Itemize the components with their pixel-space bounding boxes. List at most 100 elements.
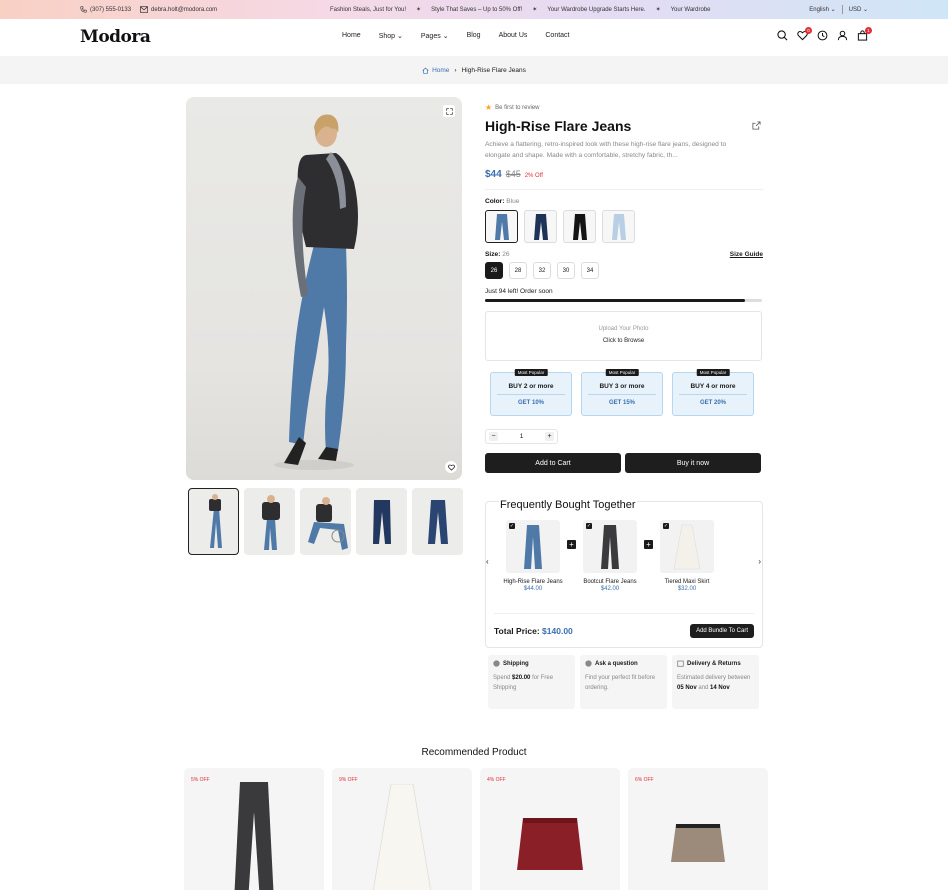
fbt-item-name: Tiered Maxi Skirt	[664, 579, 710, 585]
upload-browse[interactable]: Click to Browse	[486, 338, 761, 344]
checkbox-checked-icon[interactable]: ✓	[586, 523, 592, 529]
nav-pages[interactable]: Pages ⌄	[421, 32, 449, 40]
delivery-date-end: 14 Nov	[710, 685, 730, 691]
external-link-icon	[752, 121, 761, 130]
cart-button[interactable]: 1	[857, 27, 872, 41]
nav-shop[interactable]: Shop ⌄	[379, 32, 403, 40]
swatch-image	[533, 213, 548, 240]
size-option[interactable]: 26	[485, 262, 503, 279]
history-button[interactable]	[817, 30, 828, 41]
minus-button[interactable]: −	[489, 432, 498, 441]
purchase-buttons: Add to Cart Buy it now	[485, 453, 763, 473]
product-card[interactable]: 9% OFF	[332, 768, 472, 890]
buy-now-button[interactable]: Buy it now	[625, 453, 761, 473]
thumbnail[interactable]	[356, 488, 407, 555]
phone-text: (307) 555-0133	[90, 6, 132, 13]
total-price: Total Price: $140.00	[494, 626, 573, 636]
search-button[interactable]	[777, 30, 788, 41]
fbt-footer: Total Price: $140.00 Add Bundle To Cart	[494, 613, 754, 638]
skirt-image	[673, 524, 701, 569]
nav-contact[interactable]: Contact	[545, 32, 569, 40]
delivery-mid: and	[698, 685, 709, 691]
bundle-offer[interactable]: Most Popular BUY 4 or more GET 20%	[672, 369, 754, 416]
frequently-bought-together: Frequently Bought Together ‹ › ✓ High-Ri…	[485, 499, 763, 648]
checkbox-checked-icon[interactable]: ✓	[663, 523, 669, 529]
wishlist-toggle[interactable]	[445, 461, 457, 473]
fbt-item[interactable]: ✓ Tiered Maxi Skirt $32.00	[657, 520, 717, 592]
bundle-discount: GET 15%	[608, 400, 635, 406]
review-text: Be first to review	[495, 104, 540, 111]
chevron-right-icon[interactable]: ›	[758, 557, 761, 566]
add-to-cart-button[interactable]: Add to Cart	[485, 453, 621, 473]
delivery-pre: Estimated delivery between	[677, 675, 751, 681]
ask-question-card[interactable]: Ask a question Find your perfect fit bef…	[580, 655, 667, 709]
size-option[interactable]: 34	[581, 262, 599, 279]
account-button[interactable]	[837, 30, 848, 41]
most-popular-tag: Most Popular	[696, 369, 730, 376]
shipping-amount: $20.00	[512, 675, 531, 681]
wishlist-button[interactable]: 0	[797, 27, 812, 41]
currency-select[interactable]: USD ⌄	[849, 6, 868, 13]
size-option[interactable]: 32	[533, 262, 551, 279]
product-card[interactable]: 5% OFF	[184, 768, 324, 890]
swatch-image	[572, 213, 587, 240]
size-label-text: Size:	[485, 251, 501, 258]
email-contact[interactable]: debra.holt@modora.com	[140, 6, 217, 13]
zoom-button[interactable]	[443, 105, 455, 117]
language-select[interactable]: English ⌄	[809, 6, 835, 13]
size-option[interactable]: 30	[557, 262, 575, 279]
swatch-light-blue[interactable]	[602, 210, 635, 243]
nav-blog[interactable]: Blog	[467, 32, 481, 40]
size-option[interactable]: 28	[509, 262, 527, 279]
truck-icon	[493, 660, 500, 667]
bundle-offer[interactable]: Most Popular BUY 3 or more GET 15%	[581, 369, 663, 416]
bundle-offer[interactable]: Most Popular BUY 2 or more GET 10%	[490, 369, 572, 416]
review-summary[interactable]: ★ Be first to review	[485, 103, 763, 112]
calendar-icon	[677, 660, 684, 667]
nav-about[interactable]: About Us	[499, 32, 528, 40]
contact-info: (307) 555-0133 debra.holt@modora.com	[80, 6, 217, 13]
star-icon: ★	[485, 103, 493, 112]
nav-home[interactable]: Home	[342, 32, 361, 40]
stock-progress-fill	[485, 299, 746, 302]
product-card[interactable]: 6% OFF	[628, 768, 768, 890]
fbt-item[interactable]: ✓ High-Rise Flare Jeans $44.00	[503, 520, 563, 592]
thumbnail[interactable]	[412, 488, 463, 555]
chevron-left-icon[interactable]: ‹	[486, 557, 489, 566]
share-button[interactable]	[752, 121, 761, 132]
swatch-black[interactable]	[563, 210, 596, 243]
feature-cards: Shipping Spend $20.00 for Free Shipping …	[488, 655, 759, 709]
logo[interactable]: Modora	[80, 27, 151, 47]
promo-message: Your Wardrobe Upgrade Starts Here.	[547, 6, 646, 13]
home-icon	[422, 67, 429, 74]
thumbnail[interactable]	[300, 488, 351, 555]
chevron-down-icon: ⌄	[830, 7, 836, 13]
checkbox-checked-icon[interactable]: ✓	[509, 523, 515, 529]
swatch-dark-blue[interactable]	[524, 210, 557, 243]
plus-button[interactable]: +	[545, 432, 554, 441]
breadcrumb-home[interactable]: Home	[422, 67, 449, 74]
discount-badge: 5% OFF	[191, 777, 210, 783]
product-image	[372, 784, 432, 890]
product-card[interactable]: 4% OFF	[480, 768, 620, 890]
swatch-blue[interactable]	[485, 210, 518, 243]
size-options: 26 28 32 30 34	[485, 262, 763, 279]
add-bundle-button[interactable]: Add Bundle To Cart	[690, 624, 754, 638]
shipping-card: Shipping Spend $20.00 for Free Shipping	[488, 655, 575, 709]
swatch-image	[494, 213, 509, 240]
thumbnail[interactable]	[188, 488, 239, 555]
star-separator-icon: ✶	[416, 7, 422, 13]
size-guide-link[interactable]: Size Guide	[730, 251, 763, 258]
discount-badge: 9% OFF	[339, 777, 358, 783]
product-main-image[interactable]	[186, 97, 462, 480]
phone-contact[interactable]: (307) 555-0133	[80, 6, 131, 13]
quantity-value[interactable]: 1	[520, 433, 524, 440]
discount-badge: 4% OFF	[487, 777, 506, 783]
fbt-item[interactable]: ✓ Bootcut Flare Jeans $42.00	[580, 520, 640, 592]
header-icons: 0 1	[777, 27, 872, 41]
shipping-heading: Shipping	[493, 660, 570, 667]
thumbnail[interactable]	[244, 488, 295, 555]
fbt-item-price: $32.00	[677, 586, 697, 592]
photo-upload[interactable]: Upload Your Photo Click to Browse	[485, 311, 762, 361]
discount-badge: 6% OFF	[635, 777, 654, 783]
